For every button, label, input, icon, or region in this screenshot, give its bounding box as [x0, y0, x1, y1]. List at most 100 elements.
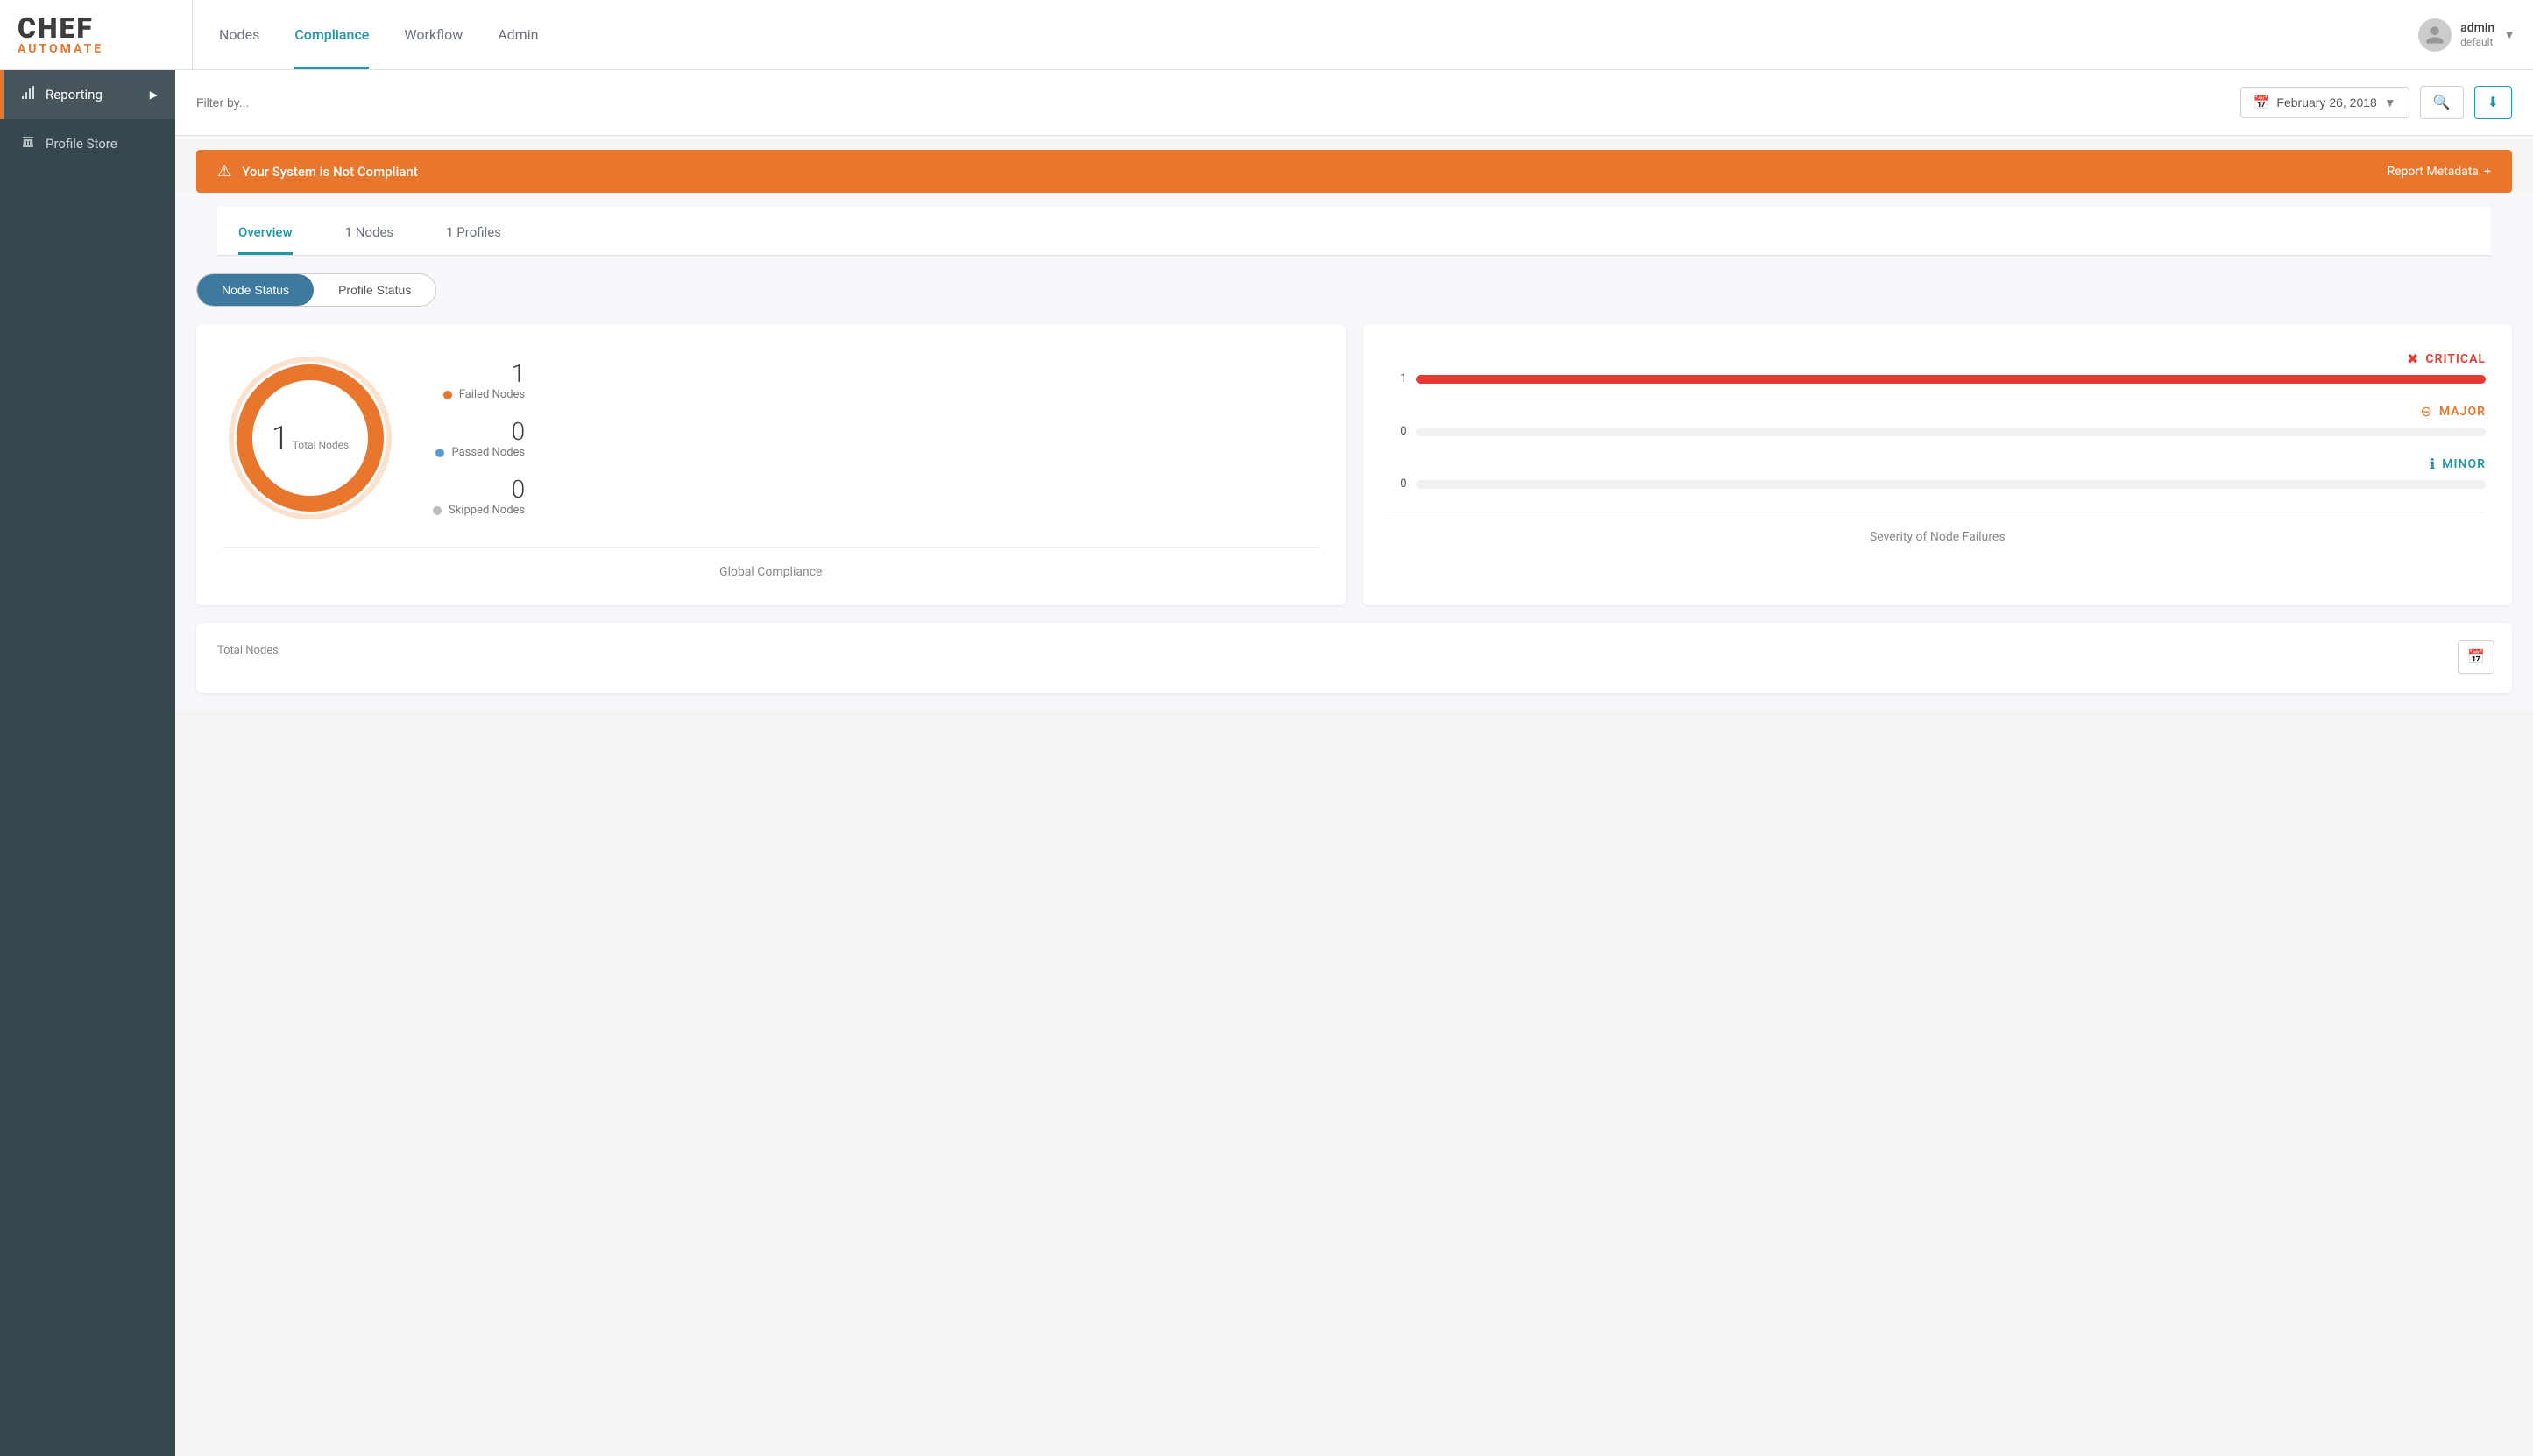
- critical-bar-fill: [1416, 375, 2487, 384]
- minor-bar-row: 0: [1390, 477, 2487, 491]
- critical-count: 1: [1390, 372, 1407, 385]
- donut-center: 1 Total Nodes: [272, 420, 349, 456]
- major-bar-row: 0: [1390, 425, 2487, 438]
- reporting-icon: [21, 86, 35, 103]
- calendar-button[interactable]: 📅: [2458, 640, 2494, 674]
- logo-area: CHEF AUTOMATE: [18, 0, 193, 69]
- major-icon: ⊖: [2421, 403, 2432, 420]
- user-info: admin default: [2460, 20, 2494, 50]
- date-label: February 26, 2018: [2276, 95, 2376, 110]
- content-tabs: Overview 1 Nodes 1 Profiles: [217, 207, 2491, 256]
- critical-label: CRITICAL: [2425, 352, 2486, 366]
- main-nav: Nodes Compliance Workflow Admin: [193, 0, 2418, 69]
- critical-icon: ✖: [2407, 350, 2418, 367]
- critical-bar-track: [1416, 375, 2487, 384]
- total-nodes-label: Total Nodes: [293, 439, 350, 451]
- donut-chart: 1 Total Nodes: [223, 350, 398, 526]
- major-header: ⊖ MAJOR: [1390, 403, 2487, 420]
- minor-bar-track: [1416, 480, 2487, 489]
- search-icon: 🔍: [2433, 95, 2451, 110]
- cards-section: 1 Total Nodes 1 Failed Nodes: [175, 324, 2533, 623]
- report-metadata-label: Report Metadata: [2387, 165, 2479, 179]
- critical-header: ✖ CRITICAL: [1390, 350, 2487, 367]
- user-menu[interactable]: admin default ▼: [2418, 18, 2515, 52]
- skipped-nodes-count: 0: [433, 475, 525, 504]
- profile-store-icon: [21, 135, 35, 152]
- nav-workflow[interactable]: Workflow: [404, 0, 463, 69]
- sidebar-item-reporting[interactable]: Reporting ▶: [0, 70, 175, 119]
- minor-header: ℹ MINOR: [1390, 456, 2487, 472]
- app-body: Reporting ▶ Profile Store 📅 February 26,…: [0, 70, 2533, 1456]
- logo-automate: AUTOMATE: [18, 42, 103, 56]
- node-stats: 1 Failed Nodes 0 Passed Nodes: [433, 359, 525, 517]
- severity-chart-label: Severity of Node Failures: [1390, 512, 2487, 544]
- date-picker-button[interactable]: 📅 February 26, 2018 ▼: [2240, 87, 2409, 118]
- tab-overview[interactable]: Overview: [238, 224, 293, 255]
- failed-nodes-label-row: Failed Nodes: [433, 388, 525, 401]
- severity-chart: ✖ CRITICAL 1 ⊖: [1390, 350, 2487, 491]
- minor-severity-row: ℹ MINOR 0: [1390, 456, 2487, 491]
- major-severity-row: ⊖ MAJOR 0: [1390, 403, 2487, 438]
- global-compliance-label: Global Compliance: [223, 547, 1320, 579]
- failed-nodes-label: Failed Nodes: [459, 388, 525, 401]
- failed-dot-icon: [443, 391, 452, 399]
- sidebar-item-reporting-label: Reporting: [46, 87, 103, 102]
- logo-chef: CHEF: [18, 14, 94, 42]
- skipped-dot-icon: [433, 506, 442, 515]
- nav-compliance[interactable]: Compliance: [294, 0, 369, 69]
- tab-profiles[interactable]: 1 Profiles: [446, 224, 501, 255]
- user-chevron-icon: ▼: [2503, 27, 2515, 42]
- skipped-nodes-stat: 0 Skipped Nodes: [433, 475, 525, 517]
- user-role: default: [2460, 36, 2494, 50]
- calendar-icon: 📅: [2254, 95, 2270, 110]
- filter-bar: 📅 February 26, 2018 ▼ 🔍 ⬇: [175, 70, 2533, 136]
- passed-nodes-label: Passed Nodes: [451, 446, 525, 459]
- main-content: 📅 February 26, 2018 ▼ 🔍 ⬇ ⚠ Your System …: [175, 70, 2533, 1456]
- skipped-nodes-label: Skipped Nodes: [449, 504, 525, 517]
- major-count: 0: [1390, 425, 1407, 438]
- failed-nodes-count: 1: [433, 359, 525, 388]
- major-bar-track: [1416, 428, 2487, 436]
- date-chevron-icon: ▼: [2384, 95, 2396, 110]
- search-button[interactable]: 🔍: [2420, 86, 2464, 119]
- node-status-toggle[interactable]: Node Status: [197, 274, 314, 306]
- total-nodes-number: 1: [272, 420, 289, 456]
- passed-nodes-count: 0: [433, 417, 525, 446]
- warning-icon: ⚠: [217, 162, 231, 180]
- bottom-section: Total Nodes 📅: [175, 623, 2533, 710]
- severity-card: ✖ CRITICAL 1 ⊖: [1363, 324, 2513, 605]
- user-name: admin: [2460, 20, 2494, 36]
- minor-label: MINOR: [2442, 457, 2486, 471]
- reporting-arrow-icon: ▶: [150, 88, 158, 101]
- report-metadata-plus-icon: +: [2484, 165, 2491, 179]
- app-header: CHEF AUTOMATE Nodes Compliance Workflow …: [0, 0, 2533, 70]
- toggle-section: Node Status Profile Status: [175, 256, 2533, 324]
- view-toggle: Node Status Profile Status: [196, 273, 436, 307]
- report-metadata-button[interactable]: Report Metadata +: [2387, 165, 2491, 179]
- sidebar: Reporting ▶ Profile Store: [0, 70, 175, 1456]
- sidebar-item-profile-store-label: Profile Store: [46, 136, 117, 152]
- bottom-card: Total Nodes 📅: [196, 623, 2512, 693]
- bottom-card-label: Total Nodes: [217, 644, 279, 657]
- sidebar-item-profile-store[interactable]: Profile Store: [0, 119, 175, 168]
- alert-banner: ⚠ Your System is Not Compliant Report Me…: [196, 150, 2512, 193]
- calendar-icon: 📅: [2467, 650, 2485, 665]
- nav-nodes[interactable]: Nodes: [219, 0, 259, 69]
- avatar: [2418, 18, 2452, 52]
- critical-bar-row: 1: [1390, 372, 2487, 385]
- minor-icon: ℹ: [2430, 456, 2435, 472]
- passed-nodes-label-row: Passed Nodes: [433, 446, 525, 459]
- tab-nodes[interactable]: 1 Nodes: [345, 224, 394, 255]
- donut-section: 1 Total Nodes 1 Failed Nodes: [223, 350, 1320, 526]
- alert-message: Your System is Not Compliant: [242, 164, 2387, 180]
- download-button[interactable]: ⬇: [2474, 86, 2512, 119]
- failed-nodes-stat: 1 Failed Nodes: [433, 359, 525, 401]
- skipped-nodes-label-row: Skipped Nodes: [433, 504, 525, 517]
- minor-count: 0: [1390, 477, 1407, 491]
- passed-nodes-stat: 0 Passed Nodes: [433, 417, 525, 459]
- nav-admin[interactable]: Admin: [498, 0, 538, 69]
- filter-input[interactable]: [196, 95, 2230, 110]
- profile-status-toggle[interactable]: Profile Status: [314, 274, 435, 306]
- critical-severity-row: ✖ CRITICAL 1: [1390, 350, 2487, 385]
- download-icon: ⬇: [2487, 95, 2499, 110]
